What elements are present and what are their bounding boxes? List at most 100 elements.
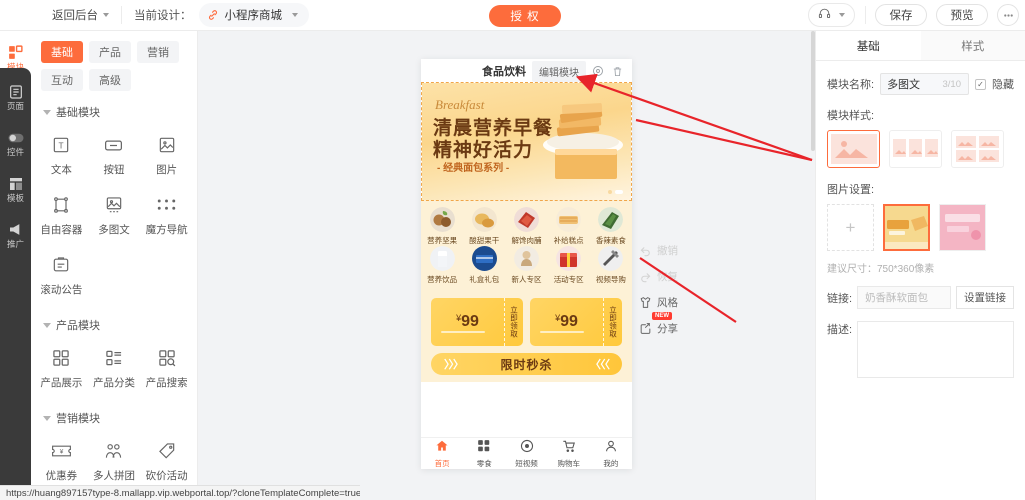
category-item[interactable]: 活动专区 bbox=[548, 246, 590, 285]
style-option-quad[interactable] bbox=[951, 130, 1004, 168]
tabbar-snack[interactable]: 零食 bbox=[463, 439, 505, 469]
category-item[interactable]: 礼盒礼包 bbox=[463, 246, 505, 285]
category-item[interactable]: 补给糕点 bbox=[548, 207, 590, 246]
module-label: 按钮 bbox=[103, 164, 125, 176]
set-link-button[interactable]: 设置链接 bbox=[956, 286, 1014, 309]
edit-module-button[interactable]: 编辑模块 bbox=[532, 60, 586, 82]
coupon-card[interactable]: ¥99 立即领取 bbox=[530, 298, 622, 346]
link-input[interactable]: 奶香酥软面包 bbox=[857, 286, 951, 309]
category-item[interactable]: 营养坚果 bbox=[421, 207, 463, 246]
authorize-button[interactable]: 授 权 bbox=[489, 5, 561, 27]
rail-label: 模板 bbox=[6, 192, 24, 203]
rail-item-promote[interactable]: 推广 bbox=[0, 212, 31, 258]
tab-basic-settings[interactable]: 基础 bbox=[816, 31, 921, 60]
module-multi-image-text[interactable]: 多图文 bbox=[88, 186, 141, 246]
category-nav-area: 营养坚果 酸甜果干 解馋肉脯 补给糕点 香辣素食 营养饮品 礼盒礼包 新人专区 … bbox=[421, 200, 632, 294]
tab-product[interactable]: 产品 bbox=[89, 41, 131, 63]
home-icon bbox=[435, 439, 449, 456]
category-label: 活动专区 bbox=[553, 275, 584, 284]
module-category-tabs: 基础 产品 营销 互动 高级 bbox=[31, 31, 197, 93]
category-item[interactable]: 解馋肉脯 bbox=[505, 207, 547, 246]
coupon-card[interactable]: ¥99 立即领取 bbox=[431, 298, 523, 346]
style-option-triple[interactable] bbox=[889, 130, 942, 168]
dot bbox=[608, 190, 612, 194]
seckill-banner[interactable]: 〉〉〉 限时秒杀 〈〈〈 bbox=[431, 353, 622, 375]
coupon-amount: 99 bbox=[560, 313, 578, 330]
module-bargain[interactable]: 砍价活动 bbox=[140, 432, 193, 492]
module-button[interactable]: 按钮 bbox=[88, 126, 141, 186]
rail-item-pages[interactable]: 页面 bbox=[0, 74, 31, 120]
category-item[interactable]: 酸甜果干 bbox=[463, 207, 505, 246]
seckill-section: 〉〉〉 限时秒杀 〈〈〈 bbox=[421, 353, 632, 382]
module-product-search[interactable]: 产品搜索 bbox=[140, 339, 193, 399]
style-option-single[interactable] bbox=[827, 130, 880, 168]
image-thumbnail-selected[interactable] bbox=[883, 204, 930, 251]
tab-advanced[interactable]: 高级 bbox=[89, 69, 131, 91]
category-item[interactable]: 新人专区 bbox=[505, 246, 547, 285]
description-row: 描述: bbox=[827, 321, 1014, 378]
share-icon bbox=[638, 322, 652, 336]
current-design-group: 当前设计： 小程序商城 bbox=[122, 0, 321, 30]
tabbar-cart[interactable]: 购物车 bbox=[548, 439, 590, 469]
description-textarea[interactable] bbox=[857, 321, 1014, 378]
coupon-claim-button[interactable]: 立即领取 bbox=[603, 298, 622, 346]
module-text[interactable]: T 文本 bbox=[35, 126, 88, 186]
tab-style-settings[interactable]: 样式 bbox=[921, 31, 1025, 60]
rail-item-widgets[interactable]: 控件 bbox=[0, 120, 31, 166]
section-header-product[interactable]: 产品模块 bbox=[31, 306, 197, 337]
tab-interactive[interactable]: 互动 bbox=[41, 69, 83, 91]
rail-item-templates[interactable]: 模板 bbox=[0, 166, 31, 212]
hero-banner[interactable]: Breakfast 清晨营养早餐 精神好活力 - 经典面包系列 - bbox=[421, 82, 632, 201]
module-group-buy[interactable]: 多人拼团 bbox=[88, 432, 141, 492]
style-button[interactable]: 风格 bbox=[638, 295, 684, 310]
tabbar-profile[interactable]: 我的 bbox=[590, 439, 632, 469]
share-button[interactable]: 分享 NEW bbox=[638, 312, 684, 336]
coupon-claim-button[interactable]: 立即领取 bbox=[504, 298, 523, 346]
module-free-container[interactable]: 自由容器 bbox=[35, 186, 88, 246]
back-to-admin-button[interactable]: 返回后台 bbox=[40, 0, 121, 30]
module-coupon[interactable]: ¥ 优惠券 bbox=[35, 432, 88, 492]
category-label: 视频导购 bbox=[595, 275, 626, 284]
redo-button[interactable]: 恢复 bbox=[638, 269, 684, 284]
visibility-icon[interactable] bbox=[589, 63, 606, 80]
add-image-button[interactable]: + bbox=[827, 204, 874, 251]
arrows-left-icon: 〈〈〈 bbox=[589, 359, 610, 371]
module-image[interactable]: 图片 bbox=[140, 126, 193, 186]
hide-checkbox[interactable]: ✓ bbox=[975, 78, 986, 90]
module-product-category[interactable]: 产品分类 bbox=[88, 339, 141, 399]
save-button[interactable]: 保存 bbox=[875, 4, 927, 26]
section-header-marketing[interactable]: 营销模块 bbox=[31, 399, 197, 430]
module-cube-nav[interactable]: 魔方导航 bbox=[140, 186, 193, 246]
category-item[interactable]: 营养饮品 bbox=[421, 246, 463, 285]
preview-button[interactable]: 预览 bbox=[936, 4, 988, 26]
tab-marketing[interactable]: 营销 bbox=[137, 41, 179, 63]
coupon-underline bbox=[540, 331, 584, 333]
module-name-input[interactable]: 多图文 3/10 bbox=[880, 73, 969, 95]
image-thumbnail[interactable] bbox=[939, 204, 986, 251]
current-app-selector[interactable]: 小程序商城 bbox=[198, 3, 309, 27]
triangle-down-icon bbox=[43, 415, 51, 421]
category-item[interactable]: 香辣素食 bbox=[590, 207, 632, 246]
left-rail: 模块 页面 控件 bbox=[0, 31, 31, 500]
support-button[interactable] bbox=[808, 3, 855, 27]
module-product-grid[interactable]: 产品展示 bbox=[35, 339, 88, 399]
tab-basic[interactable]: 基础 bbox=[41, 41, 83, 63]
module-announcement[interactable]: 滚动公告 bbox=[35, 246, 88, 306]
banner-pagination-dots[interactable] bbox=[608, 190, 623, 194]
tabbar-video[interactable]: 短视频 bbox=[505, 439, 547, 469]
inspector-body: 模块名称: 多图文 3/10 ✓ 隐藏 模块样式: 图片设置: + 建议尺寸：7… bbox=[816, 61, 1025, 378]
category-item[interactable]: 视频导购 bbox=[590, 246, 632, 285]
delete-icon[interactable] bbox=[609, 63, 626, 80]
tabbar-home[interactable]: 首页 bbox=[421, 439, 463, 469]
hide-label: 隐藏 bbox=[992, 79, 1014, 91]
link-row: 链接: 奶香酥软面包 设置链接 bbox=[827, 286, 1014, 309]
section-header-basic[interactable]: 基础模块 bbox=[31, 93, 197, 124]
phone-preview: 食品饮料 编辑模块 Breakfast 清晨营养早餐 精神好活力 - 经典面包系… bbox=[421, 59, 632, 469]
coupon-claim-label: 立即领取 bbox=[509, 306, 519, 338]
coupon-row: ¥99 立即领取 ¥99 立即领取 bbox=[421, 294, 632, 353]
canvas-scrollbar[interactable] bbox=[811, 31, 815, 151]
category-label: 补给糕点 bbox=[553, 236, 584, 245]
undo-button[interactable]: 撤销 bbox=[638, 243, 684, 258]
section-title: 营销模块 bbox=[56, 413, 100, 425]
more-options-button[interactable] bbox=[997, 4, 1019, 26]
